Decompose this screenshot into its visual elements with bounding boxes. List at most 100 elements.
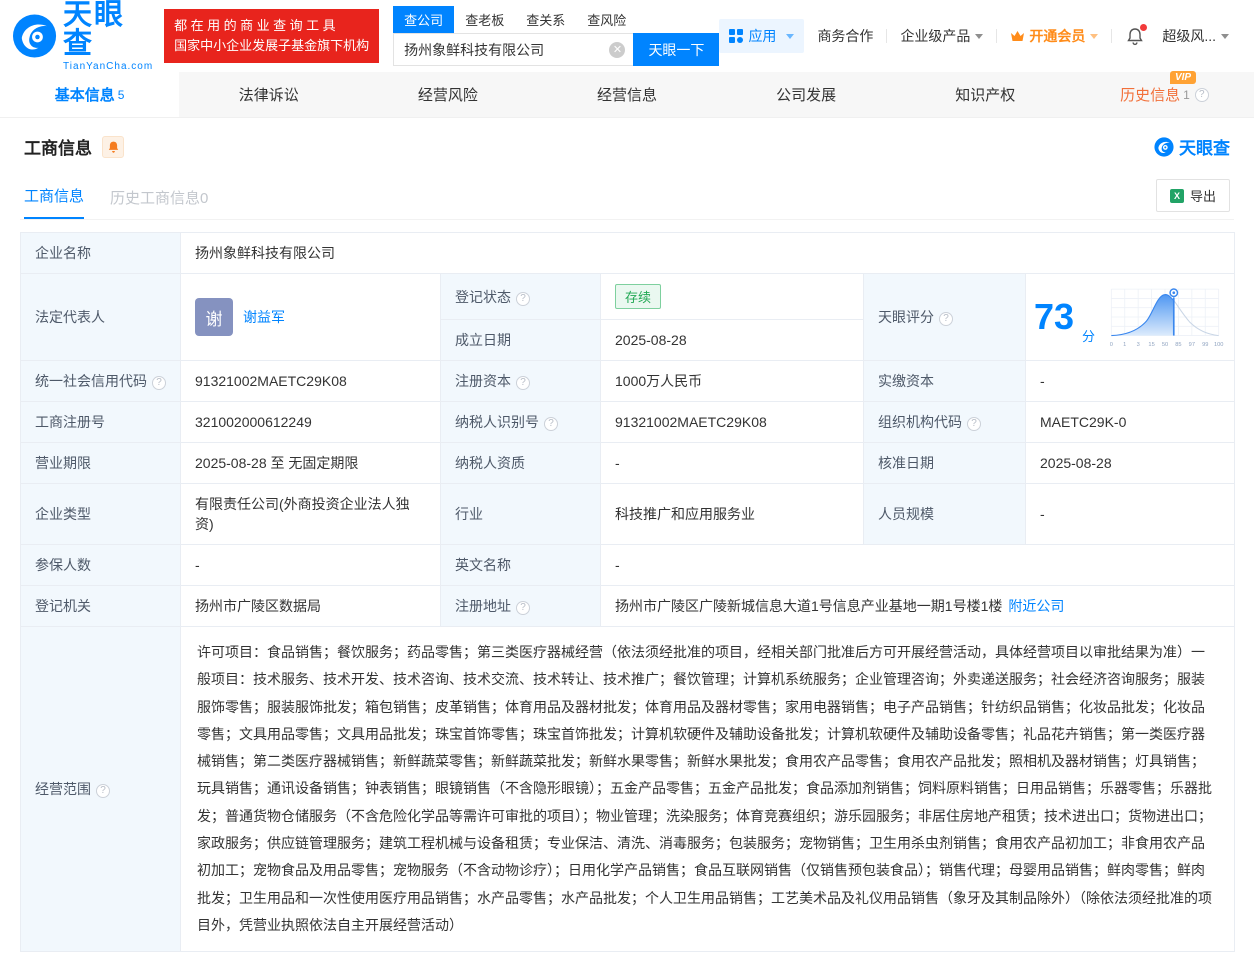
tab-history-info[interactable]: 历史信息 VIP 1 ? [1075,71,1254,117]
business-info-table: 企业名称 扬州象鲜科技有限公司 法定代表人 谢 谢益军 登记状态? 存续 天眼评… [20,232,1236,953]
divider [886,29,888,43]
content: 工商信息 天眼查 工商信息 历史工商信息0 X 导出 企业名称 扬州象鲜科技有限… [0,118,1254,966]
nav-open-vip[interactable]: 开通会员 [1010,26,1099,46]
tab-basic-info[interactable]: 基本信息 5 [0,72,180,117]
nav-cooperation[interactable]: 商务合作 [817,26,873,46]
table-row: 企业类型 有限责任公司(外商投资企业法人独资) 行业 科技推广和应用服务业 人员… [20,483,1236,545]
logo-domain-text: TianYanCha.com [63,60,154,72]
table-row: 营业期限 2025-08-28 至 无固定期限 纳税人资质 - 核准日期 202… [20,442,1236,484]
logo-brand-text: 天眼查 [63,0,126,60]
credit-code-value: 91321002MAETC29K08 [180,360,441,402]
business-scope-value: 许可项目：食品销售；餐饮服务；药品零售；第三类医疗器械经营（依法须经批准的项目，… [197,644,1212,933]
company-name-value: 扬州象鲜科技有限公司 [179,232,1236,274]
score-unit: 分 [1082,329,1096,344]
legal-rep-link[interactable]: 谢益军 [243,307,285,327]
reg-address-cell: 扬州市广陵区广陵新城信息大道1号信息产业基地一期1号楼1楼 附近公司 [599,585,1236,627]
field-label: 行业 [440,483,601,545]
apps-label: 应用 [748,28,777,44]
vip-badge: VIP [1169,71,1197,84]
search-tab-relation[interactable]: 查关系 [515,6,576,33]
top-header: 天眼查 TianYanCha.com 都在用的商业查询工具 国家中小企业发展子基… [0,0,1254,72]
field-label: 注册地址? [440,585,601,627]
nearby-companies-link[interactable]: 附近公司 [1008,598,1064,614]
company-section-tabs: 基本信息 5 法律诉讼 经营风险 经营信息 公司发展 知识产权 历史信息 VIP 1… [0,71,1254,118]
apps-menu[interactable]: 应用 [719,19,805,53]
search-tab-boss[interactable]: 查老板 [454,6,515,33]
export-button[interactable]: X 导出 [1155,179,1230,212]
svg-text:50: 50 [1162,342,1168,348]
table-row: 登记机关 扬州市广陵区数据局 注册地址? 扬州市广陵区广陵新城信息大道1号信息产… [20,585,1236,627]
search-tab-company[interactable]: 查公司 [393,6,455,33]
search-tab-risk[interactable]: 查风险 [576,6,637,33]
help-icon[interactable]: ? [516,291,530,306]
tianyancha-logo-icon [1154,136,1174,157]
table-row: 统一社会信用代码? 91321002MAETC29K08 注册资本? 1000万… [20,360,1236,402]
field-label: 企业类型 [20,483,181,545]
notifications-bell[interactable] [1126,23,1148,46]
search-area: 查公司 查老板 查关系 查风险 ✕ 天眼一下 [393,6,720,66]
org-code-value: MAETC29K-0 [1024,401,1236,443]
help-icon[interactable]: ? [516,601,530,615]
business-term-value: 2025-08-28 至 无固定期限 [180,442,441,484]
score-distribution-chart: 0 1 3 15 50 85 97 99 100 [1110,288,1223,348]
svg-text:85: 85 [1175,342,1181,348]
nav-enterprise-product[interactable]: 企业级产品 [900,26,984,46]
reg-no-value: 321002000612249 [180,401,441,443]
score-value: 73 [1034,296,1075,337]
field-label: 纳税人资质 [440,442,601,484]
chevron-down-icon [786,33,795,39]
clear-search-icon[interactable]: ✕ [609,41,626,58]
help-icon[interactable]: ? [516,376,530,390]
table-row: 法定代表人 谢 谢益军 登记状态? 存续 天眼评分? 73 分 0 1 3 15… [20,273,1236,361]
help-icon[interactable]: ? [152,376,166,390]
legal-rep-cell: 谢 谢益军 [180,273,441,361]
establish-date-value: 2025-08-28 [600,319,864,361]
field-label: 组织机构代码? [863,401,1026,443]
taxpayer-quality-value: - [600,442,864,484]
slogan-line1: 都在用的商业查询工具 [174,17,340,33]
tianyancha-logo[interactable]: 天眼查 TianYanCha.com [12,0,154,72]
help-icon[interactable]: ? [967,417,981,431]
help-icon[interactable]: ? [939,312,953,326]
divider [1111,29,1113,43]
field-label: 工商注册号 [20,401,181,443]
tab-legal-litigation[interactable]: 法律诉讼 [179,72,358,117]
svg-text:0: 0 [1110,342,1113,348]
field-label: 核准日期 [863,442,1026,484]
divider [996,29,998,43]
table-row: 经营范围? 许可项目：食品销售；餐饮服务；药品零售；第三类医疗器械经营（依法须经… [20,625,1236,953]
svg-text:15: 15 [1148,342,1154,348]
nav-super-risk[interactable]: 超级风... [1162,26,1229,46]
tab-business-info[interactable]: 经营信息 [537,72,716,117]
svg-text:97: 97 [1189,342,1195,348]
insured-num-value: - [180,544,441,586]
approval-date-value: 2025-08-28 [1024,442,1236,484]
top-nav: 应用 商务合作 企业级产品 开通会员 超级风... [719,19,1242,53]
search-input[interactable] [394,41,634,58]
field-label: 企业名称 [20,232,181,274]
monitor-bell-button[interactable] [102,135,124,158]
watermark-logo: 天眼查 [1154,134,1230,159]
svg-text:1: 1 [1123,342,1126,348]
tianyancha-logo-icon [12,14,57,58]
help-icon[interactable]: ? [544,417,558,431]
tab-operation-risk[interactable]: 经营风险 [358,72,537,117]
status-badge: 存续 [615,284,662,309]
field-label: 参保人数 [20,544,181,586]
search-button[interactable]: 天眼一下 [633,33,720,66]
industry-value: 科技推广和应用服务业 [600,483,864,545]
tab-intellectual-property[interactable]: 知识产权 [896,72,1075,117]
chevron-down-icon [975,34,984,39]
svg-text:3: 3 [1137,342,1140,348]
reg-status-cell: 存续 [600,273,864,320]
help-icon[interactable]: ? [96,784,110,799]
help-icon[interactable]: ? [1194,87,1209,102]
section-title: 工商信息 [24,139,92,158]
paid-capital-value: - [1024,360,1236,402]
field-label: 天眼评分? [863,273,1026,361]
reg-capital-value: 1000万人民币 [600,360,864,402]
tab-company-development[interactable]: 公司发展 [717,72,896,117]
avatar[interactable]: 谢 [195,298,233,336]
subtab-history-registration[interactable]: 历史工商信息0 [110,187,208,219]
subtab-business-registration[interactable]: 工商信息 [24,185,85,219]
